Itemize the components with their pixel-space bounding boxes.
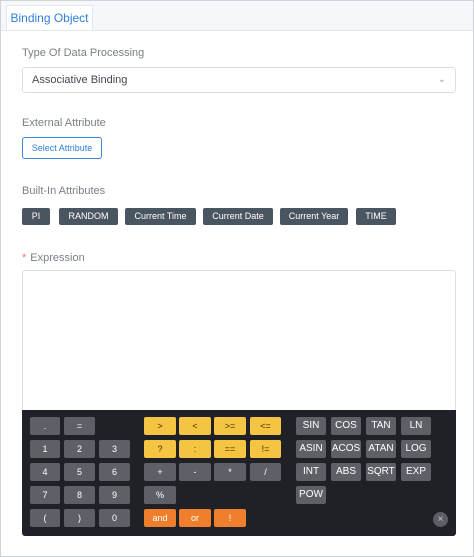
builtin-attributes-label: Built-In Attributes bbox=[22, 185, 106, 197]
processing-select-value: Associative Binding bbox=[32, 74, 128, 86]
key-divide[interactable]: / bbox=[250, 463, 281, 481]
key-eq[interactable]: == bbox=[214, 440, 246, 458]
key-gt[interactable]: > bbox=[144, 417, 176, 435]
key-acos[interactable]: ACOS bbox=[331, 440, 361, 458]
key-7[interactable]: 7 bbox=[30, 486, 60, 504]
key-equals[interactable]: = bbox=[64, 417, 95, 435]
key-and[interactable]: and bbox=[144, 509, 176, 527]
key-plus[interactable]: + bbox=[144, 463, 176, 481]
key-pow[interactable]: POW bbox=[296, 486, 326, 504]
key-times[interactable]: * bbox=[214, 463, 246, 481]
key-5[interactable]: 5 bbox=[64, 463, 95, 481]
close-calculator-icon[interactable]: × bbox=[433, 512, 448, 527]
key-3[interactable]: 3 bbox=[99, 440, 130, 458]
key-atan[interactable]: ATAN bbox=[366, 440, 396, 458]
key-log[interactable]: LOG bbox=[401, 440, 431, 458]
chip-pi[interactable]: PI bbox=[22, 208, 50, 225]
tab-bar: Binding Object bbox=[1, 1, 473, 31]
binding-dialog: Binding Object Type Of Data Processing A… bbox=[0, 0, 474, 557]
key-dot[interactable]: . bbox=[30, 417, 60, 435]
expression-input[interactable] bbox=[22, 270, 456, 411]
key-colon[interactable]: : bbox=[179, 440, 211, 458]
processing-select[interactable]: Associative Binding ⌄ bbox=[22, 67, 456, 93]
select-attribute-button[interactable]: Select Attribute bbox=[22, 137, 102, 159]
expression-label: * Expression bbox=[22, 252, 85, 264]
key-0[interactable]: 0 bbox=[99, 509, 130, 527]
key-neq[interactable]: != bbox=[250, 440, 281, 458]
key-9[interactable]: 9 bbox=[99, 486, 130, 504]
chip-current-date[interactable]: Current Date bbox=[203, 208, 273, 225]
key-sin[interactable]: SIN bbox=[296, 417, 326, 435]
key-lte[interactable]: <= bbox=[250, 417, 281, 435]
chip-time[interactable]: TIME bbox=[356, 208, 396, 225]
key-1[interactable]: 1 bbox=[30, 440, 60, 458]
chevron-down-icon: ⌄ bbox=[437, 74, 446, 85]
key-lt[interactable]: < bbox=[179, 417, 211, 435]
key-tan[interactable]: TAN bbox=[366, 417, 396, 435]
key-question[interactable]: ? bbox=[144, 440, 176, 458]
key-asin[interactable]: ASIN bbox=[296, 440, 326, 458]
key-minus[interactable]: - bbox=[179, 463, 211, 481]
key-lparen[interactable]: ( bbox=[30, 509, 60, 527]
key-exp[interactable]: EXP bbox=[401, 463, 431, 481]
key-percent[interactable]: % bbox=[144, 486, 176, 504]
key-or[interactable]: or bbox=[179, 509, 211, 527]
key-ln[interactable]: LN bbox=[401, 417, 431, 435]
key-rparen[interactable]: ) bbox=[64, 509, 95, 527]
chip-current-year[interactable]: Current Year bbox=[280, 208, 348, 225]
calculator-keypad: . = > < >= <= SIN COS TAN LN 1 2 3 ? : =… bbox=[22, 410, 456, 536]
key-abs[interactable]: ABS bbox=[331, 463, 361, 481]
chip-random[interactable]: RANDOM bbox=[59, 208, 118, 225]
key-sqrt[interactable]: SQRT bbox=[366, 463, 396, 481]
key-8[interactable]: 8 bbox=[64, 486, 95, 504]
key-cos[interactable]: COS bbox=[331, 417, 361, 435]
external-attribute-label: External Attribute bbox=[22, 117, 106, 129]
key-gte[interactable]: >= bbox=[214, 417, 246, 435]
chip-current-time[interactable]: Current Time bbox=[125, 208, 196, 225]
key-not[interactable]: ! bbox=[214, 509, 246, 527]
key-int[interactable]: INT bbox=[296, 463, 326, 481]
expression-label-text: Expression bbox=[30, 252, 85, 264]
processing-label: Type Of Data Processing bbox=[22, 47, 145, 59]
required-mark: * bbox=[22, 252, 27, 264]
key-2[interactable]: 2 bbox=[64, 440, 95, 458]
tab-binding-object[interactable]: Binding Object bbox=[6, 5, 93, 30]
key-4[interactable]: 4 bbox=[30, 463, 60, 481]
key-6[interactable]: 6 bbox=[99, 463, 130, 481]
